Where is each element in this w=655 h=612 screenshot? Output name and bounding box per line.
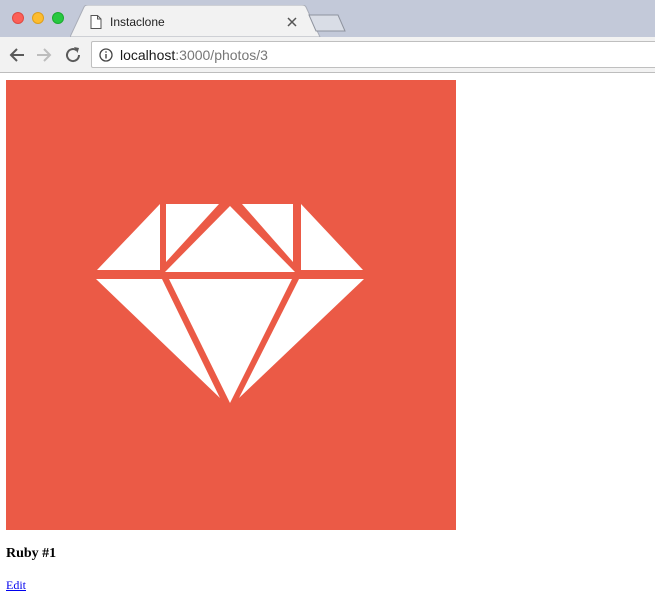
document-icon (90, 15, 102, 29)
tab-title: Instaclone (110, 15, 165, 29)
url-host: localhost (120, 47, 176, 63)
edit-link[interactable]: Edit (6, 578, 26, 593)
address-bar-url: localhost:3000/photos/3 (120, 47, 268, 63)
active-tab[interactable]: Instaclone (86, 5, 308, 37)
photo-title: Ruby #1 (6, 546, 57, 561)
browser-toolbar: localhost:3000/photos/3 (0, 37, 655, 73)
photo-image (6, 80, 456, 530)
back-arrow-icon[interactable] (7, 45, 27, 65)
info-icon[interactable] (99, 48, 113, 62)
url-path: :3000/photos/3 (175, 47, 268, 63)
window-minimize-button[interactable] (32, 12, 44, 24)
new-tab-button[interactable] (308, 14, 346, 32)
browser-titlebar: Instaclone (0, 0, 655, 37)
tab-close-icon[interactable] (286, 16, 298, 28)
reload-icon[interactable] (63, 45, 83, 65)
window-close-button[interactable] (12, 12, 24, 24)
window-maximize-button[interactable] (52, 12, 64, 24)
forward-arrow-icon[interactable] (34, 45, 54, 65)
address-bar[interactable]: localhost:3000/photos/3 (91, 41, 655, 68)
